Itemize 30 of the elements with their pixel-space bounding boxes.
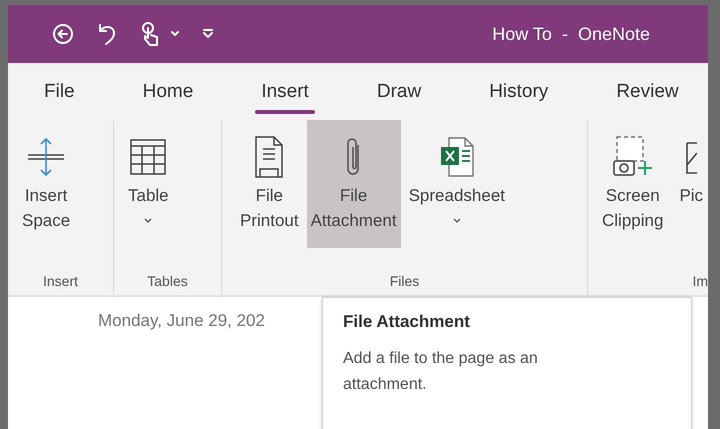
group-label: Insert	[42, 273, 78, 289]
ribbon-button[interactable]: Pic	[675, 120, 708, 248]
ribbon-button[interactable]: Spreadsheet	[404, 120, 509, 248]
group-label: Files	[390, 273, 420, 289]
back-icon[interactable]	[52, 23, 74, 45]
tooltip-title: File Attachment	[343, 312, 471, 332]
ribbon-button[interactable]: Table	[124, 120, 173, 248]
customize-icon[interactable]	[202, 28, 214, 40]
ribbon-tab[interactable]: Insert	[247, 63, 323, 120]
page-date: Monday, June 29, 202	[98, 311, 265, 330]
ribbon-tab[interactable]: File	[30, 63, 89, 120]
caret-icon[interactable]	[170, 30, 180, 38]
group-label: Im	[692, 273, 708, 289]
ribbon-button[interactable]: Screen Clipping	[598, 120, 668, 248]
tooltip-text: Add a file to the page as an attachment.	[343, 349, 539, 395]
ribbon-button[interactable]: File Printout	[236, 120, 303, 248]
ribbon-tab[interactable]: Home	[128, 63, 208, 120]
window-title: How To - OneNote	[492, 24, 650, 44]
ribbon-button[interactable]: Insert Space	[18, 120, 74, 248]
ribbon-tab[interactable]: Draw	[362, 63, 436, 120]
undo-icon[interactable]	[96, 22, 118, 46]
ribbon-tab[interactable]: History	[475, 63, 562, 120]
table-icon	[128, 137, 168, 177]
ribbon-tab[interactable]: Review	[602, 63, 693, 120]
document-icon	[253, 135, 286, 179]
ribbon-button[interactable]: File Attachment	[306, 120, 401, 248]
insert-space-icon	[26, 135, 66, 179]
screen-clipping-icon	[610, 135, 655, 179]
touch-icon[interactable]	[140, 21, 160, 47]
group-label: Tables	[147, 273, 188, 289]
